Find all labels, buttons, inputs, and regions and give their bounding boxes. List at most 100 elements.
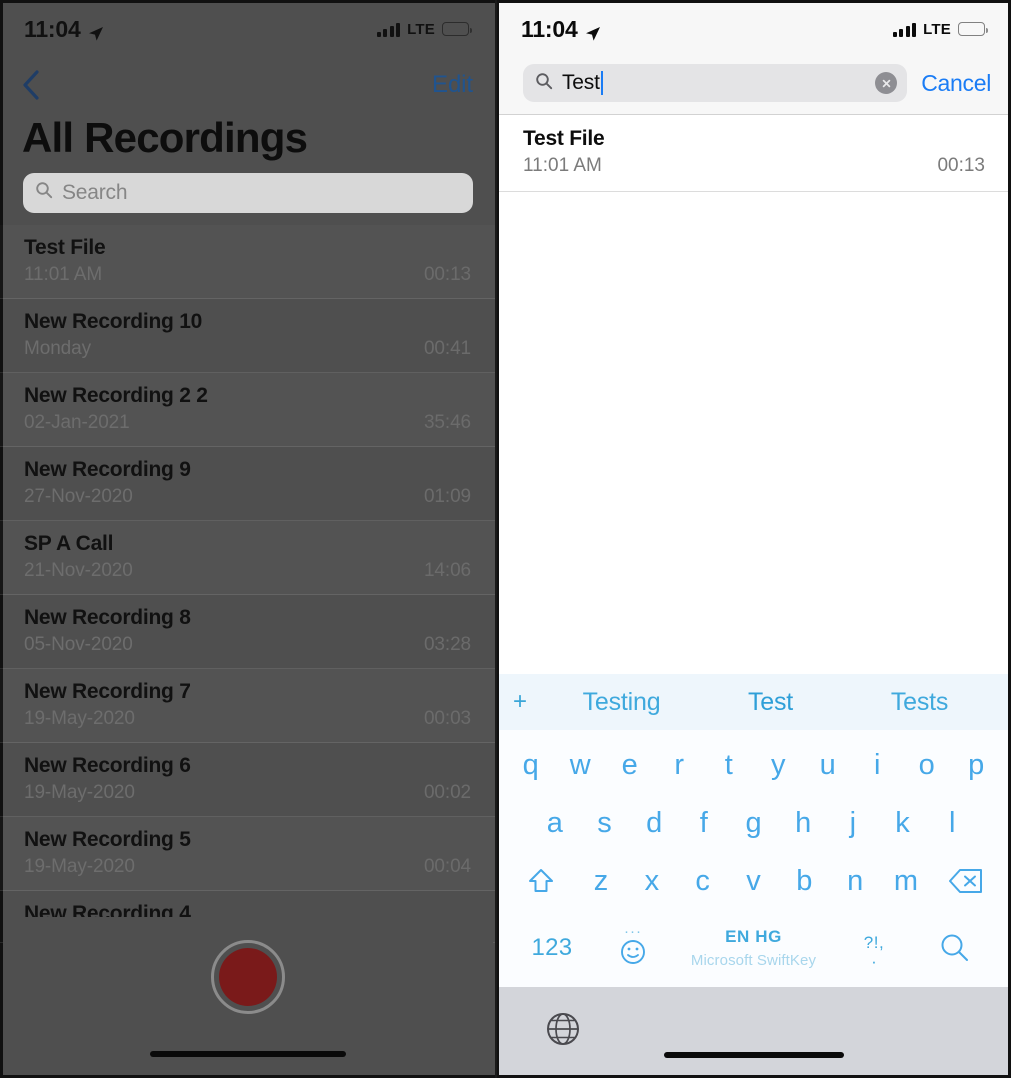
suggestion-bar: + Testing Test Tests [499, 674, 1008, 730]
clear-circle-icon[interactable] [875, 72, 898, 94]
result-meta: 11:01 AM 00:13 [523, 155, 985, 177]
key-k[interactable]: k [878, 807, 928, 840]
suggestion-item-2[interactable]: Tests [845, 688, 994, 717]
record-button[interactable] [211, 940, 285, 1014]
key-n[interactable]: n [830, 865, 881, 898]
shift-arrow-icon[interactable] [507, 866, 576, 896]
key-b[interactable]: b [779, 865, 830, 898]
text-cursor [600, 71, 603, 95]
keyboard-key-rows: q w e r t y u i o p a s d f g h j k l z … [499, 730, 1008, 990]
home-indicator [150, 1051, 346, 1057]
recording-title: New Recording 9 [24, 457, 191, 481]
recording-date: 19-May-2020 [24, 781, 135, 803]
page-title: All Recordings [22, 114, 308, 161]
keyboard-bottom-bar [499, 987, 1008, 1075]
search-result-item[interactable]: Test File 11:01 AM 00:13 [497, 115, 1011, 192]
list-item[interactable]: New Recording 7 19-May-2020 00:03 [0, 669, 495, 743]
key-r[interactable]: r [655, 749, 705, 782]
recording-meta: 21-Nov-2020 14:06 [24, 560, 471, 582]
recording-title: New Recording 5 [24, 827, 191, 851]
search-magnifier-icon[interactable] [916, 931, 994, 965]
recording-title: New Recording 7 [24, 679, 191, 703]
status-bar-right: 11:04 LTE [497, 0, 1011, 58]
punctuation-bottom-label: · [871, 951, 877, 971]
recording-date: 11:01 AM [24, 263, 103, 285]
recording-meta: 27-Nov-2020 01:09 [24, 486, 471, 508]
key-q[interactable]: q [506, 749, 556, 782]
suggestion-item-1[interactable]: Test [696, 688, 845, 717]
punctuation-top-label: ?!, [863, 932, 885, 952]
recording-title: New Recording 6 [24, 753, 191, 777]
key-h[interactable]: h [778, 807, 828, 840]
key-c[interactable]: c [677, 865, 728, 898]
key-x[interactable]: x [626, 865, 677, 898]
key-y[interactable]: y [754, 749, 804, 782]
key-p[interactable]: p [952, 749, 1002, 782]
punctuation-key[interactable]: ?!, · [832, 932, 916, 971]
record-dot-icon [219, 948, 277, 1006]
emoji-dots-label: ··· [624, 923, 642, 940]
list-item[interactable]: New Recording 6 19-May-2020 00:02 [0, 743, 495, 817]
search-bar-container-right: Test Cancel [497, 58, 1011, 115]
smiley-face-icon[interactable]: ··· [591, 923, 675, 967]
keyboard-row-4: 123 ··· EN HG Microsoft SwiftKey ?!, · [499, 910, 1008, 986]
key-m[interactable]: m [881, 865, 932, 898]
panel-border-top-right [497, 0, 1011, 3]
result-duration: 00:13 [937, 155, 985, 176]
key-d[interactable]: d [629, 807, 679, 840]
key-j[interactable]: j [828, 807, 878, 840]
network-type-label: LTE [923, 20, 951, 38]
recording-meta: 19-May-2020 00:04 [24, 856, 471, 878]
chevron-left-icon[interactable] [14, 68, 48, 102]
list-item[interactable]: SP A Call 21-Nov-2020 14:06 [0, 521, 495, 595]
key-z[interactable]: z [576, 865, 627, 898]
recording-date: 27-Nov-2020 [24, 485, 133, 507]
recordings-list: Test File 11:01 AM 00:13 New Recording 1… [0, 225, 495, 943]
space-key[interactable]: EN HG Microsoft SwiftKey [675, 927, 832, 969]
key-u[interactable]: u [803, 749, 853, 782]
search-value: Test [562, 71, 600, 94]
key-i[interactable]: i [853, 749, 903, 782]
suggestion-item-0[interactable]: Testing [547, 688, 696, 717]
recording-title: New Recording 8 [24, 605, 191, 629]
list-item[interactable]: New Recording 10 Monday 00:41 [0, 299, 495, 373]
key-s[interactable]: s [580, 807, 630, 840]
list-item[interactable]: New Recording 8 05-Nov-2020 03:28 [0, 595, 495, 669]
list-item[interactable]: New Recording 2 2 02-Jan-2021 35:46 [0, 373, 495, 447]
key-t[interactable]: t [704, 749, 754, 782]
key-l[interactable]: l [927, 807, 977, 840]
edit-button[interactable]: Edit [432, 71, 473, 99]
key-a[interactable]: a [530, 807, 580, 840]
search-bar-container-left: Search [0, 171, 495, 225]
search-input-left[interactable]: Search [23, 172, 473, 213]
search-input-right[interactable]: Test [523, 64, 908, 102]
cancel-button[interactable]: Cancel [921, 70, 997, 97]
keyboard-brand-label: Microsoft SwiftKey [690, 952, 817, 969]
keyboard-row-3: z x c v b n m [499, 852, 1008, 910]
numeric-mode-key[interactable]: 123 [513, 934, 591, 962]
keyboard-row-2: a s d f g h j k l [499, 794, 1008, 852]
recording-meta: Monday 00:41 [24, 338, 471, 360]
list-item[interactable]: New Recording 9 27-Nov-2020 01:09 [0, 447, 495, 521]
key-f[interactable]: f [679, 807, 729, 840]
recording-date: 02-Jan-2021 [24, 411, 130, 433]
key-o[interactable]: o [902, 749, 952, 782]
cellular-signal-icon [376, 22, 401, 37]
key-e[interactable]: e [605, 749, 655, 782]
list-item[interactable]: Test File 11:01 AM 00:13 [0, 225, 495, 299]
recording-duration: 00:04 [423, 855, 471, 877]
recording-duration: 00:03 [423, 707, 471, 729]
recording-date: 21-Nov-2020 [24, 559, 133, 581]
list-item[interactable]: New Recording 5 19-May-2020 00:04 [0, 817, 495, 891]
key-v[interactable]: v [728, 865, 779, 898]
space-language-label: EN HG [725, 927, 782, 946]
backspace-icon[interactable] [931, 867, 1000, 895]
recording-duration: 01:09 [423, 485, 471, 507]
key-w[interactable]: w [556, 749, 606, 782]
key-g[interactable]: g [729, 807, 779, 840]
plus-icon[interactable]: + [513, 688, 547, 716]
globe-icon[interactable] [543, 1009, 583, 1054]
recording-date: 19-May-2020 [24, 855, 135, 877]
status-time-group: 11:04 [521, 16, 601, 43]
voice-memos-search-screen: 11:04 LTE Test Cancel Test File 11:01 AM… [497, 0, 1011, 1078]
